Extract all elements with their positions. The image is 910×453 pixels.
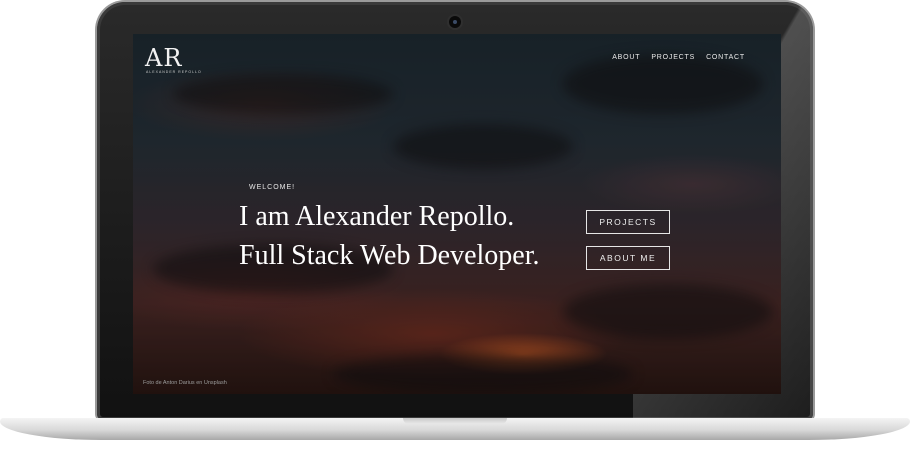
hero-headline-name: I am Alexander Repollo. [239,201,515,232]
welcome-label: WELCOME! [249,184,296,191]
about-me-button[interactable]: ABOUT ME [586,246,670,270]
logo-tagline: ALEXANDER REPOLLO [146,70,202,74]
projects-button[interactable]: PROJECTS [586,210,670,234]
website-screen: AR ALEXANDER REPOLLO ABOUT PROJECTS CONT… [133,34,781,394]
nav-about-link[interactable]: ABOUT [612,54,640,61]
nav-contact-link[interactable]: CONTACT [706,54,745,61]
webcam-icon [449,16,461,28]
nav-projects-link[interactable]: PROJECTS [651,54,695,61]
hero-headline-role: Full Stack Web Developer. [239,240,540,271]
laptop-base-notch [403,418,507,424]
photo-credit[interactable]: Foto de Anton Darius en Unsplash [143,380,227,386]
site-logo[interactable]: AR [145,44,182,72]
top-nav: ABOUT PROJECTS CONTACT [612,54,745,61]
